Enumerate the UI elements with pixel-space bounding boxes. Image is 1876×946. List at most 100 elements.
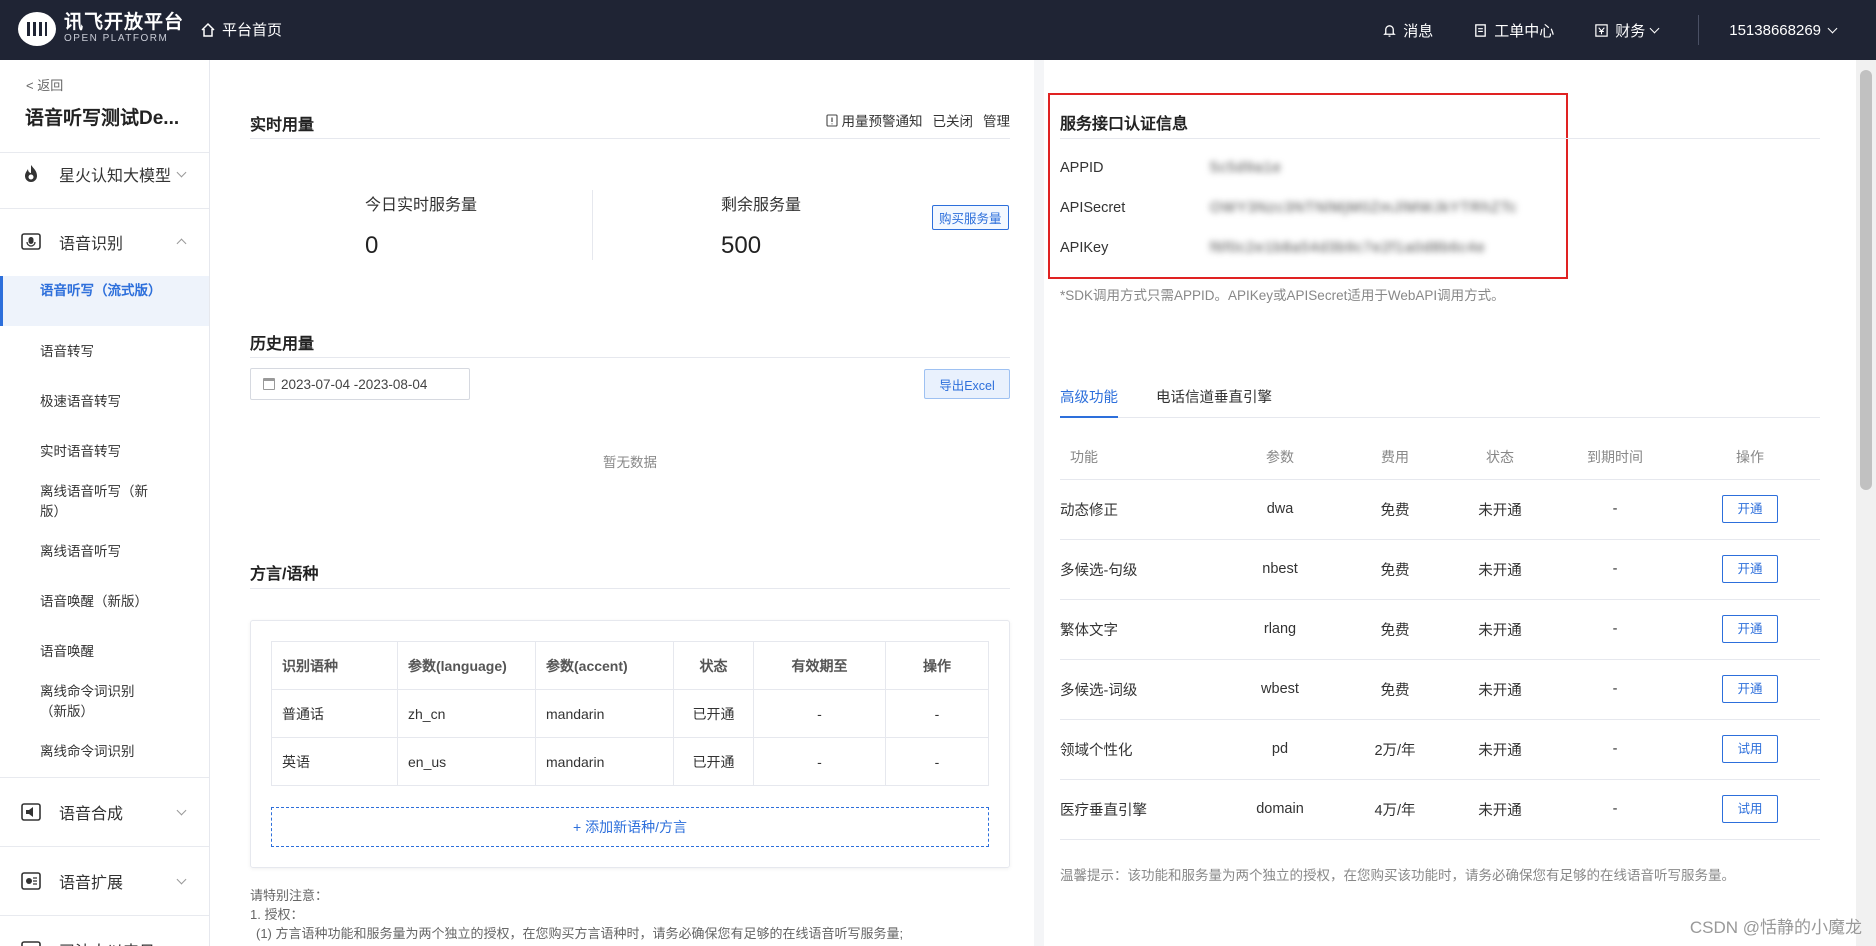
sidebar-group-spark[interactable]: 星火认知大模型 [0,159,209,189]
divider [0,152,209,153]
column-header: 状态 [1450,435,1550,480]
yen-icon [1595,23,1608,37]
sidebar-item-offline-iat[interactable]: 离线语音听写 [0,542,209,562]
column-header: 到期时间 [1550,435,1680,480]
divider [250,138,1010,139]
module-icon [21,941,41,946]
trial-button[interactable]: 试用 [1722,735,1778,763]
user-menu[interactable]: 15138668269 [1729,22,1838,39]
sidebar-group-asr[interactable]: 语音识别 [0,227,209,257]
usage-alert-label: 用量预警通知 [841,114,923,129]
cell: 未开通 [1450,719,1550,780]
table-row: 医疗垂直引擎 domain 4万/年 未开通 - 试用 [1060,779,1820,840]
nav-messages-label: 消息 [1403,22,1434,40]
date-range-picker[interactable]: 2023-07-04 -2023-08-04 [250,368,470,400]
cell: 开通 [1680,479,1820,540]
sidebar-item-realtime-transcribe[interactable]: 实时语音转写 [0,442,209,462]
cell: - [1550,539,1680,600]
cell: 未开通 [1450,779,1550,840]
platform-home-link[interactable]: 平台首页 [200,19,282,40]
back-link[interactable]: < 返回 [26,75,63,94]
cell: wbest [1220,659,1340,720]
activate-button[interactable]: 开通 [1722,615,1778,643]
sidebar-item-wakeup[interactable]: 语音唤醒 [0,642,209,662]
nav-messages[interactable]: 消息 [1382,20,1433,41]
apisecret-value[interactable]: OWY3Nzc3NTNlMjM0ZmJlMWJkYTRhZTc [1210,200,1517,216]
cell: 未开通 [1450,659,1550,720]
column-header: 操作 [885,641,989,690]
realtime-usage-title: 实时用量 [250,117,315,134]
apisecret-label: APISecret [1060,200,1126,216]
main-content: 实时用量 用量预警通知 已关闭 管理 今日实时服务量 0 剩余服务量 500 购… [210,60,1856,946]
chevron-down-icon [1827,23,1838,33]
cell: 试用 [1680,779,1820,840]
top-navbar: 讯飞开放平台 OPEN PLATFORM 平台首页 消息 工单中心 财务 151… [0,0,1876,60]
cell: 免费 [1340,659,1450,720]
sidebar-item-fast-transcribe[interactable]: 极速语音转写 [0,392,209,412]
note-line: 请特别注意： [250,888,329,903]
nav-finance[interactable]: 财务 [1594,20,1660,41]
cell: 免费 [1340,599,1450,660]
add-dialect-button[interactable]: + 添加新语种/方言 [271,807,989,847]
flame-icon [25,165,37,182]
activate-button[interactable]: 开通 [1722,555,1778,583]
cell: - [1550,659,1680,720]
appid-label: APPID [1060,160,1104,176]
usage-manage-link[interactable]: 管理 [983,110,1010,130]
page-scrollbar[interactable] [1856,60,1876,946]
cell: nbest [1220,539,1340,600]
platform-logo[interactable]: 讯飞开放平台 OPEN PLATFORM [18,12,184,46]
appid-value[interactable]: 5c5d9a1e [1210,160,1282,176]
cell: 未开通 [1450,479,1550,540]
activate-button[interactable]: 开通 [1722,675,1778,703]
cell: mandarin [535,689,674,738]
scrollbar-thumb[interactable] [1860,70,1872,490]
activate-button[interactable]: 开通 [1722,495,1778,523]
alert-icon [825,113,838,127]
trial-button[interactable]: 试用 [1722,795,1778,823]
cell: 4万/年 [1340,779,1450,840]
column-header: 操作 [1680,435,1820,480]
nav-tickets[interactable]: 工单中心 [1473,20,1554,41]
sidebar-item-offline-iat-new[interactable]: 离线语音听写（新版） [0,482,209,522]
app-name: 语音听写测试De... [25,108,180,129]
cell: 未开通 [1450,599,1550,660]
cell: 动态修正 [1060,479,1220,540]
sidebar-item-wakeup-new[interactable]: 语音唤醒（新版） [0,592,209,612]
calendar-icon [263,378,275,390]
buy-service-button[interactable]: 购买服务量 [932,205,1009,230]
empty-state: 暂无数据 [603,455,657,470]
divider [250,357,1010,358]
table-row: 繁体文字 rlang 免费 未开通 - 开通 [1060,599,1820,660]
cell: - [753,737,886,786]
extension-icon [21,872,41,890]
export-excel-button[interactable]: 导出Excel [924,369,1010,399]
tab-advanced-features[interactable]: 高级功能 [1060,386,1118,418]
table-header-row: 识别语种 参数(language) 参数(accent) 状态 有效期至 操作 [271,641,989,690]
tab-telephone-engine[interactable]: 电话信道垂直引擎 [1156,386,1272,418]
auth-info-title: 服务接口认证信息 [1060,116,1189,133]
cell: 免费 [1340,539,1450,600]
sidebar-item-transcribe[interactable]: 语音转写 [0,342,209,362]
sidebar-group-tts[interactable]: 语音合成 [0,797,209,827]
sidebar-item-offline-command[interactable]: 离线命令词识别 [0,742,209,762]
dialect-table: 识别语种 参数(language) 参数(accent) 状态 有效期至 操作 … [271,641,989,786]
nav-tickets-label: 工单中心 [1494,22,1555,40]
sidebar-group-label: 语音合成 [59,806,124,823]
usage-alert-bar: 用量预警通知 已关闭 管理 [825,110,1010,130]
cell: 已开通 [673,689,754,738]
remaining-usage-label: 剩余服务量 [721,197,802,214]
sidebar-group-extension[interactable]: 语音扩展 [0,866,209,896]
notes: 请特别注意： 1. 授权： (1) 方言语种功能和服务量为两个独立的授权，在您购… [250,886,903,943]
sidebar-item-iat-stream[interactable]: 语音听写（流式版） [0,276,209,326]
column-header: 参数(accent) [535,641,674,690]
usage-alert-notice[interactable]: 用量预警通知 [825,110,923,130]
sidebar-item-offline-command-new[interactable]: 离线命令词识别（新版） [0,682,209,722]
bell-icon [1383,24,1396,37]
apikey-value[interactable]: f6f0c2e1b8a54d3b9c7e2f1a0d8b6c4e [1210,240,1486,256]
today-usage-label: 今日实时服务量 [365,197,478,214]
cell: en_us [397,737,536,786]
feature-tabs: 高级功能 电话信道垂直引擎 [1060,386,1820,418]
sidebar-group-more[interactable]: 司法人以来日 [0,935,209,946]
cell: 未开通 [1450,539,1550,600]
